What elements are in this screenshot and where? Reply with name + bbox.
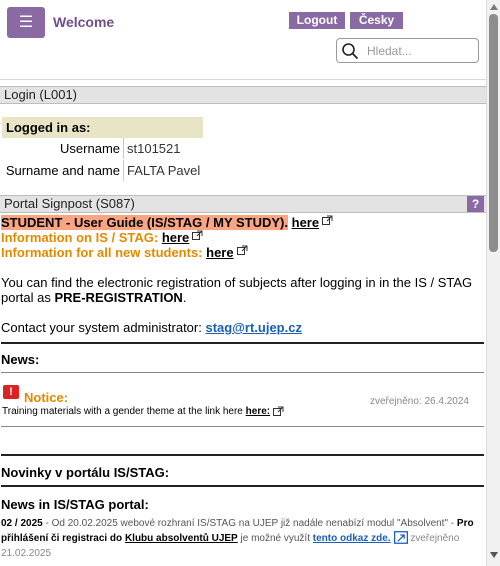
external-link-icon xyxy=(322,215,333,225)
divider xyxy=(1,372,484,373)
info-new-line: Information for all new students: here xyxy=(1,245,484,260)
info-new-link[interactable]: here xyxy=(206,245,248,260)
divider xyxy=(1,426,484,427)
notice-body: Training materials with a gender theme a… xyxy=(2,406,243,417)
name-label: Surname and name xyxy=(5,163,120,178)
guide-link-text: here xyxy=(291,215,320,230)
info-stag-text: Information on IS / STAG: xyxy=(1,230,159,245)
notice-link[interactable]: here: xyxy=(246,406,284,417)
search-input[interactable] xyxy=(364,41,474,61)
divider xyxy=(123,160,124,181)
language-button[interactable]: Česky xyxy=(350,12,403,29)
welcome-title: Welcome xyxy=(53,14,115,30)
news-item-number: 02 / 2025 xyxy=(1,518,43,529)
signpost-content: STUDENT - User Guide (IS/STAG / MY STUDY… xyxy=(1,215,484,335)
scrollbar-thumb[interactable] xyxy=(489,14,498,252)
search-icon[interactable] xyxy=(341,42,359,60)
login-panel-title: Login (L001) xyxy=(0,86,486,104)
info-new-text: Information for all new students: xyxy=(1,245,203,260)
info-stag-link[interactable]: here xyxy=(162,230,203,245)
notice-date: zveřejněno: 26.4.2024 xyxy=(370,396,469,407)
external-link-icon xyxy=(236,245,248,255)
external-link-icon xyxy=(192,230,203,240)
prereg-bold: PRE-REGISTRATION xyxy=(54,290,183,305)
name-value: FALTA Pavel xyxy=(127,163,201,178)
portal-news-subtitle: News in IS/STAG portal: xyxy=(1,497,149,512)
signpost-panel-title: Portal Signpost (S087) ? xyxy=(0,195,486,213)
info-new-link-text: here xyxy=(206,245,234,260)
contact-text: Contact your system administrator: xyxy=(1,320,202,335)
help-icon[interactable]: ? xyxy=(467,196,484,212)
scroll-up-icon[interactable] xyxy=(490,4,498,10)
divider xyxy=(1,485,484,487)
divider xyxy=(1,454,484,456)
news-item-link[interactable]: tento odkaz zde. xyxy=(312,531,408,544)
hamburger-menu-icon[interactable]: ☰ xyxy=(7,7,45,38)
logout-button[interactable]: Logout xyxy=(289,12,345,29)
divider xyxy=(1,342,484,344)
contact-line: Contact your system administrator: stag@… xyxy=(1,320,484,335)
notice-text: Training materials with a gender theme a… xyxy=(2,406,284,418)
scrollbar[interactable] xyxy=(486,0,500,566)
scroll-down-icon[interactable] xyxy=(490,552,498,558)
guide-text: STUDENT - User Guide (IS/STAG / MY STUDY… xyxy=(1,215,288,230)
prereg-text: You can find the electronic registration… xyxy=(1,275,484,305)
top-bar: ☰ Welcome Logout Česky xyxy=(0,0,486,80)
alumni-club-link[interactable]: Klubu absolventů UJEP xyxy=(125,533,238,544)
portal-news-title: Novinky v portálu IS/STAG: xyxy=(1,465,170,480)
search-box xyxy=(336,38,479,63)
info-stag-line: Information on IS / STAG: here xyxy=(1,230,484,245)
notice-title: Notice: xyxy=(24,390,69,405)
external-link-icon xyxy=(393,531,408,544)
signpost-title-text: Portal Signpost (S087) xyxy=(4,196,135,211)
prereg-end: . xyxy=(182,290,187,305)
logged-in-label: Logged in as: xyxy=(2,117,203,138)
external-link-icon xyxy=(273,406,284,416)
news-item: 02 / 2025 - Od 20.02.2025 webové rozhran… xyxy=(1,516,483,561)
username-label: Username xyxy=(60,141,120,156)
warning-icon: ! xyxy=(3,385,19,399)
divider xyxy=(123,138,124,159)
guide-line: STUDENT - User Guide (IS/STAG / MY STUDY… xyxy=(1,215,484,230)
username-value: st101521 xyxy=(127,141,181,156)
notice-link-text: here: xyxy=(245,406,271,417)
news-title: News: xyxy=(1,352,40,367)
info-stag-link-text: here xyxy=(161,230,190,245)
contact-email-link[interactable]: stag@rt.ujep.cz xyxy=(205,320,301,335)
news-item-link-text: tento odkaz zde. xyxy=(312,533,391,544)
news-item-text: - Od 20.02.2025 webové rozhraní IS/STAG … xyxy=(45,518,455,529)
news-item-mid: je možné využít xyxy=(240,533,310,544)
guide-link[interactable]: here xyxy=(292,215,333,230)
